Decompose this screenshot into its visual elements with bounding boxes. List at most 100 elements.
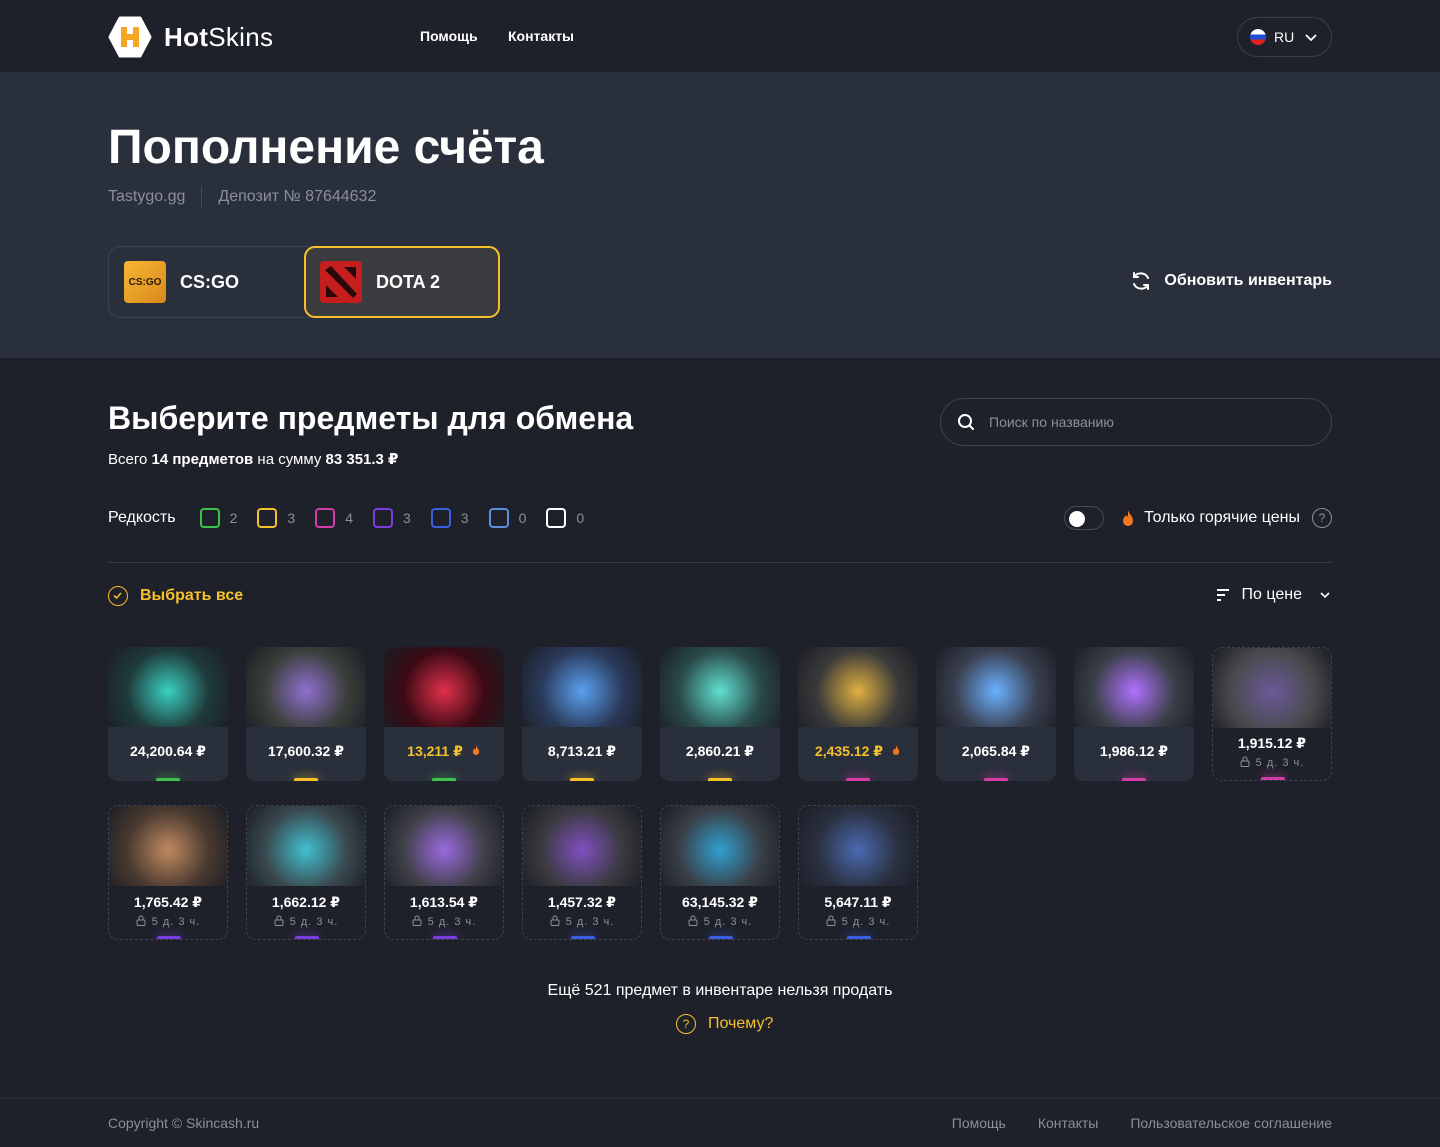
nav-contacts[interactable]: Контакты <box>508 28 574 44</box>
item-card[interactable]: 1,765.42 ₽ 5 д. 3 ч. <box>108 805 228 940</box>
item-image <box>385 806 503 886</box>
logo-icon <box>108 16 152 58</box>
logo[interactable]: HotSkins <box>108 16 273 58</box>
lock-icon <box>136 915 146 926</box>
item-card[interactable]: 2,860.21 ₽ <box>660 647 780 781</box>
item-card[interactable]: 24,200.64 ₽ <box>108 647 228 781</box>
search-input[interactable] <box>989 414 1309 430</box>
fire-icon <box>471 744 481 759</box>
trade-lock: 5 д. 3 ч. <box>1213 756 1331 769</box>
rarity-indicator <box>294 778 318 781</box>
help-icon[interactable]: ? <box>1312 508 1332 528</box>
item-card[interactable]: 17,600.32 ₽ <box>246 647 366 781</box>
rarity-indicator <box>295 936 319 939</box>
deposit-number: Депозит № 87644632 <box>218 188 377 205</box>
why-label: Почему? <box>708 1015 774 1032</box>
item-card[interactable]: 2,435.12 ₽ <box>798 647 918 781</box>
chevron-down-icon <box>1305 34 1317 42</box>
trade-lock: 5 д. 3 ч. <box>385 915 503 928</box>
rarity-indicator <box>433 936 457 939</box>
divider <box>108 562 1332 563</box>
sort-label: По цене <box>1241 586 1302 603</box>
item-price: 2,065.84 ₽ <box>961 743 1031 759</box>
search-box <box>940 398 1332 446</box>
item-image <box>799 806 917 886</box>
rarity-indicator <box>708 778 732 781</box>
divider <box>201 186 203 208</box>
item-card[interactable]: 8,713.21 ₽ <box>522 647 642 781</box>
chevron-down-icon <box>1320 592 1330 599</box>
item-image <box>522 647 642 727</box>
rarity-checkbox[interactable] <box>199 508 220 528</box>
item-image <box>661 806 779 886</box>
item-price: 8,713.21 ₽ <box>547 743 617 759</box>
russia-flag-icon <box>1250 29 1266 45</box>
lock-icon <box>1240 756 1250 767</box>
item-card[interactable]: 1,986.12 ₽ <box>1074 647 1194 781</box>
item-image <box>798 647 918 727</box>
item-price: 2,435.12 ₽ <box>798 743 918 760</box>
copyright: Copyright © Skincash.ru <box>108 1115 260 1131</box>
rarity-indicator <box>570 778 594 781</box>
rarity-checkbox[interactable] <box>430 508 451 528</box>
rarity-checkbox[interactable] <box>257 508 278 528</box>
fire-icon <box>891 744 901 759</box>
language-select[interactable]: RU <box>1237 17 1332 57</box>
summary-total: 83 351.3 ₽ <box>325 451 399 468</box>
hero: Пополнение счёта Tastygo.gg Депозит № 87… <box>0 72 1440 358</box>
item-card[interactable]: 1,662.12 ₽ 5 д. 3 ч. <box>246 805 366 940</box>
item-card[interactable]: 5,647.11 ₽ 5 д. 3 ч. <box>798 805 918 940</box>
summary: Всего 14 предметов на сумму 83 351.3 ₽ <box>108 451 399 468</box>
lock-icon <box>826 915 836 926</box>
rarity-checkbox[interactable] <box>546 508 567 528</box>
rarity-indicator <box>157 936 181 939</box>
rarity-checkbox[interactable] <box>372 508 393 528</box>
item-image <box>247 806 365 886</box>
item-image <box>108 647 228 727</box>
item-card[interactable]: 1,613.54 ₽ 5 д. 3 ч. <box>384 805 504 940</box>
item-image <box>246 647 366 727</box>
tab-label: CS:GO <box>180 271 240 292</box>
lock-icon <box>412 915 422 926</box>
item-image <box>109 806 227 886</box>
select-all-label: Выбрать все <box>140 587 244 604</box>
unsellable-note: Ещё 521 предмет в инвентаре нельзя прода… <box>547 982 893 999</box>
rarity-count: 3 <box>287 510 296 526</box>
tab-csgo[interactable]: CS:GO CS:GO <box>109 247 304 317</box>
item-card[interactable]: 2,065.84 ₽ <box>936 647 1056 781</box>
game-tabs: CS:GO CS:GO DOTA 2 <box>108 246 500 318</box>
logo-text: HotSkins <box>164 21 274 52</box>
item-image <box>660 647 780 727</box>
csgo-icon: CS:GO <box>124 261 166 303</box>
dota-icon <box>320 261 362 303</box>
rarity-checkbox[interactable] <box>315 508 336 528</box>
item-card[interactable]: 13,211 ₽ <box>384 647 504 781</box>
refresh-icon <box>1133 272 1150 290</box>
rarity-indicator <box>571 936 595 939</box>
item-card[interactable]: 1,915.12 ₽ 5 д. 3 ч. <box>1212 647 1332 781</box>
rarity-count: 2 <box>229 510 238 526</box>
toggle-knob <box>1069 511 1086 527</box>
page-title: Пополнение счёта <box>108 121 544 174</box>
nav-help[interactable]: Помощь <box>420 28 478 44</box>
rarity-checkbox[interactable] <box>488 508 509 528</box>
footer-links: Помощь Контакты Пользовательское соглаше… <box>920 1115 1332 1131</box>
item-card[interactable]: 1,457.32 ₽ 5 д. 3 ч. <box>522 805 642 940</box>
item-price: 1,986.12 ₽ <box>1099 743 1169 759</box>
tab-dota2[interactable]: DOTA 2 <box>304 246 500 318</box>
rarity-indicator <box>1261 777 1285 780</box>
hot-prices-toggle[interactable] <box>1064 506 1105 530</box>
item-card[interactable]: 63,145.32 ₽ 5 д. 3 ч. <box>660 805 780 940</box>
tab-label: DOTA 2 <box>376 271 441 292</box>
item-price: 1,613.54 ₽ <box>409 894 479 910</box>
select-all-button[interactable]: Выбрать все <box>108 586 243 606</box>
language-label: RU <box>1274 29 1295 45</box>
why-link[interactable]: ? Почему? <box>676 1014 773 1034</box>
rarity-count: 0 <box>576 510 585 526</box>
refresh-inventory-button[interactable]: Обновить инвентарь <box>1130 270 1332 292</box>
sort-dropdown[interactable]: По цене <box>1216 586 1332 604</box>
footer-link-agreement[interactable]: Пользовательское соглашение <box>1130 1115 1332 1131</box>
footer-link-help[interactable]: Помощь <box>952 1115 1006 1131</box>
item-price: 5,647.11 ₽ <box>824 894 892 910</box>
footer-link-contacts[interactable]: Контакты <box>1038 1115 1098 1131</box>
